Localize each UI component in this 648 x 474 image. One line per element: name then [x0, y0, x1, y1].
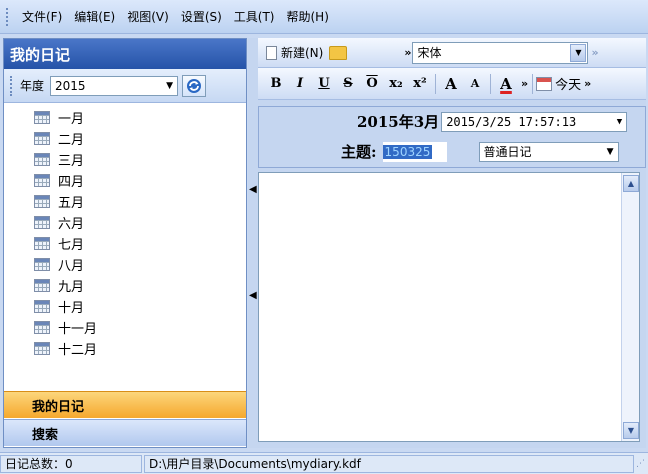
diary-count: 日记总数：0 [0, 454, 142, 473]
calendar-icon [34, 174, 50, 187]
month-item[interactable]: 五月 [4, 191, 246, 212]
nav-my-diary[interactable]: 我的日记 [4, 391, 246, 418]
nav-search[interactable]: 搜索 [4, 419, 246, 446]
scroll-up-button[interactable]: ▲ [623, 175, 639, 192]
bold-button[interactable]: B [264, 76, 288, 91]
calendar-icon [34, 111, 50, 124]
calendar-icon [34, 237, 50, 250]
today-button[interactable]: 今天 [536, 74, 581, 93]
month-item[interactable]: 八月 [4, 254, 246, 275]
month-item[interactable]: 十二月 [4, 338, 246, 359]
month-list: 一月 二月 三月 四月 五月 六月 七月 八月 九月 十月 十一月 十二月 [4, 103, 246, 359]
month-item[interactable]: 一月 [4, 107, 246, 128]
toolbar-separator [532, 73, 534, 94]
italic-button[interactable]: I [288, 76, 312, 91]
month-item[interactable]: 十一月 [4, 317, 246, 338]
calendar-icon [34, 279, 50, 292]
overline-button[interactable]: O [360, 76, 384, 91]
collapse-left-icon[interactable]: ◀ [249, 184, 257, 195]
chevron-down-icon: ▼ [570, 43, 587, 62]
menu-help[interactable]: 帮助(H) [281, 8, 335, 26]
scroll-down-button[interactable]: ▼ [623, 422, 639, 439]
year-value: 2015 [55, 78, 86, 93]
calendar-icon [536, 76, 553, 91]
month-item[interactable]: 七月 [4, 233, 246, 254]
font-color-button[interactable]: A [494, 75, 518, 93]
month-item[interactable]: 六月 [4, 212, 246, 233]
strikethrough-button[interactable]: S [336, 76, 360, 91]
panel-title: 我的日记 [4, 39, 246, 69]
superscript-button[interactable]: x² [408, 76, 432, 91]
toolbar-overflow-icon[interactable]: » [588, 46, 599, 59]
menu-file[interactable]: 文件(F) [16, 8, 68, 26]
font-select[interactable]: 宋体 ▼ [412, 41, 589, 64]
month-item[interactable]: 二月 [4, 128, 246, 149]
refresh-button[interactable] [182, 74, 207, 97]
calendar-icon [34, 321, 50, 334]
month-item[interactable]: 四月 [4, 170, 246, 191]
refresh-icon [187, 78, 202, 93]
underline-button[interactable]: U [312, 76, 336, 91]
diary-type-select[interactable]: 普通日记 ▼ [478, 141, 619, 162]
menu-settings[interactable]: 设置(S) [175, 8, 228, 26]
resize-grip-icon[interactable]: ⋰ [636, 459, 645, 469]
shrink-font-button[interactable]: A [463, 77, 487, 90]
subject-input[interactable]: 150325 [382, 141, 447, 162]
status-bar: 日记总数：0 D:\用户目录\Documents\mydiary.kdf ⋰ [0, 452, 648, 474]
calendar-icon [34, 342, 50, 355]
editor-panel: 新建(N) » 宋体 ▼ » B I U S O x₂ x² A A A » 今… [258, 38, 646, 448]
chevron-down-icon: ▼ [606, 146, 614, 157]
diary-editor[interactable]: ▲ ▼ [258, 172, 640, 442]
chevron-down-icon: ▼ [616, 116, 623, 127]
calendar-icon [34, 195, 50, 208]
menu-bar: 文件(F) 编辑(E) 视图(V) 设置(S) 工具(T) 帮助(H) [0, 0, 648, 34]
entry-header-form: 2015年3月 2015/3/25 17:57:13 ▼ 主题: 150325 … [258, 106, 646, 168]
toolbar-grip[interactable] [10, 75, 14, 96]
chevron-down-icon: ▼ [166, 80, 174, 91]
date-row: 2015年3月 2015/3/25 17:57:13 ▼ [357, 111, 628, 132]
menu-view[interactable]: 视图(V) [121, 8, 175, 26]
month-item[interactable]: 三月 [4, 149, 246, 170]
calendar-icon [34, 258, 50, 271]
subject-value: 150325 [382, 144, 433, 159]
month-title: 2015年3月 [357, 113, 440, 131]
toolbar-overflow-icon[interactable]: » [518, 77, 529, 90]
format-toolbar: B I U S O x₂ x² A A A » 今天 » [258, 68, 646, 100]
datetime-picker[interactable]: 2015/3/25 17:57:13 ▼ [441, 111, 628, 132]
toolbar-overflow-icon[interactable]: » [401, 46, 412, 59]
panel-splitter[interactable]: ◀ ◀ [248, 38, 258, 448]
calendar-icon [34, 300, 50, 313]
new-document-icon [266, 45, 277, 60]
menu-tools[interactable]: 工具(T) [228, 8, 281, 26]
grow-font-button[interactable]: A [439, 75, 463, 93]
subscript-button[interactable]: x₂ [384, 76, 408, 91]
vertical-scrollbar[interactable]: ▲ ▼ [621, 173, 639, 441]
collapse-left-icon[interactable]: ◀ [249, 290, 257, 301]
calendar-icon [34, 153, 50, 166]
toolbar-separator [490, 73, 491, 94]
main-toolbar: 新建(N) » 宋体 ▼ » [258, 38, 646, 68]
calendar-icon [34, 216, 50, 229]
file-path: D:\用户目录\Documents\mydiary.kdf [144, 454, 634, 473]
year-label: 年度 [20, 79, 45, 93]
month-item[interactable]: 九月 [4, 275, 246, 296]
calendar-icon [34, 132, 50, 145]
subject-row: 主题: 150325 普通日记 ▼ [341, 141, 619, 162]
open-folder-icon[interactable] [329, 45, 348, 60]
toolbar-overflow-icon[interactable]: » [581, 77, 592, 90]
year-bar: 年度 2015 ▼ [4, 69, 246, 103]
new-button[interactable]: 新建(N) [262, 42, 327, 64]
diary-panel: 我的日记 年度 2015 ▼ 一月 二月 三月 四月 五月 六月 七月 八月 九… [3, 38, 247, 448]
toolbar-grip[interactable] [6, 7, 10, 26]
toolbar-separator [435, 73, 436, 94]
month-item[interactable]: 十月 [4, 296, 246, 317]
subject-label: 主题: [341, 143, 377, 161]
year-select[interactable]: 2015 ▼ [50, 75, 179, 96]
menu-edit[interactable]: 编辑(E) [68, 8, 121, 26]
